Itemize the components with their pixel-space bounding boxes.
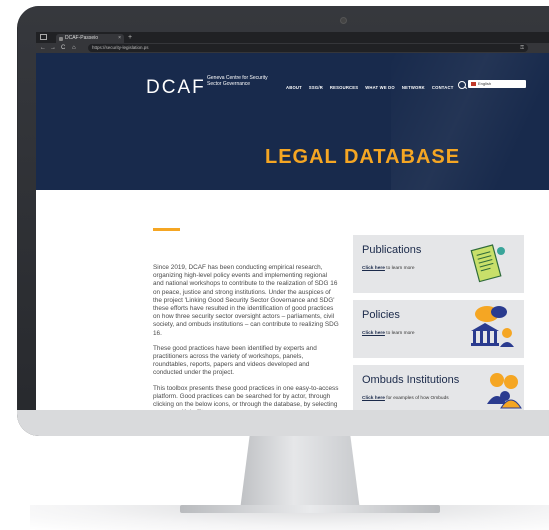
logo-subtitle: Geneva Centre for Security Sector Govern…	[207, 75, 268, 87]
institution-icon	[471, 306, 514, 347]
home-icon[interactable]: ⌂	[72, 43, 76, 53]
menu-item-network[interactable]: NETWORK	[402, 85, 425, 90]
monitor-stand	[240, 436, 360, 510]
intro-paragraph: These good practices have been identifie…	[153, 344, 317, 377]
browser-tab-bar: DCAF-Passeio × +	[36, 32, 549, 43]
card-ombuds-institutions[interactable]: Ombuds Institutions Click here for examp…	[353, 365, 524, 410]
main-menu: ABOUT SSG/R RESOURCES WHAT WE DO NETWORK…	[286, 85, 453, 90]
url-text: https://security-legislation.ps	[92, 45, 149, 50]
menu-item-contact[interactable]: CONTACT	[432, 85, 454, 90]
webcam	[340, 17, 347, 24]
window-menu-icon[interactable]	[40, 34, 47, 40]
card-title: Publications	[362, 244, 422, 256]
address-bar[interactable]: https://security-legislation.ps ⚿	[88, 44, 528, 52]
card-link[interactable]: Click here to learn more	[362, 331, 415, 336]
card-link[interactable]: Click here to learn more	[362, 266, 415, 271]
browser-nav-bar: ← → C ⌂ https://security-legislation.ps …	[36, 43, 549, 53]
menu-item-resources[interactable]: RESOURCES	[330, 85, 358, 90]
header-decoration	[391, 53, 549, 190]
site-logo[interactable]: DCAF	[146, 77, 206, 99]
favicon-icon	[59, 37, 63, 41]
menu-item-what-we-do[interactable]: WHAT WE DO	[365, 85, 395, 90]
card-title: Ombuds Institutions	[362, 374, 460, 386]
monitor-base	[180, 505, 440, 513]
intro-paragraph: Since 2019, DCAF has been conducting emp…	[153, 264, 339, 337]
forward-icon[interactable]: →	[50, 43, 56, 53]
tab-title: DCAF-Passeio	[65, 35, 99, 41]
card-title: Policies	[362, 309, 400, 321]
flag-icon	[471, 82, 476, 86]
new-tab-icon[interactable]: +	[128, 33, 132, 42]
intro-text: Since 2019, DCAF has been conducting emp…	[153, 264, 339, 410]
menu-item-ssgr[interactable]: SSG/R	[309, 85, 323, 90]
accent-divider	[153, 228, 180, 231]
click-here-link[interactable]: Click here	[362, 396, 385, 401]
click-here-link[interactable]: Click here	[362, 266, 385, 271]
key-icon[interactable]: ⚿	[520, 44, 524, 52]
site-header: DCAF Geneva Centre for Security Sector G…	[36, 53, 549, 190]
menu-item-about[interactable]: ABOUT	[286, 85, 302, 90]
people-icon	[487, 373, 522, 409]
language-select[interactable]: English	[468, 80, 526, 88]
screen: DCAF-Passeio × + ← → C ⌂ https://securit…	[36, 32, 549, 410]
language-label: English	[478, 81, 492, 86]
reload-icon[interactable]: C	[61, 43, 65, 53]
card-publications[interactable]: Publications Click here to learn more	[353, 235, 524, 293]
back-icon[interactable]: ←	[40, 43, 46, 53]
browser-tab[interactable]: DCAF-Passeio ×	[56, 34, 124, 43]
card-link-suffix: for examples of how Ombuds	[384, 396, 449, 401]
card-link[interactable]: Click here for examples of how Ombuds	[362, 396, 449, 401]
card-policies[interactable]: Policies Click here to learn more	[353, 300, 524, 358]
intro-paragraph: This toolbox presents these good practic…	[153, 384, 339, 410]
document-icon	[470, 244, 505, 283]
card-link-suffix: to learn more	[384, 266, 415, 271]
page-title: LEGAL DATABASE	[265, 146, 461, 168]
search-icon[interactable]	[458, 81, 466, 89]
monitor-chin	[17, 410, 549, 436]
tab-close-icon[interactable]: ×	[118, 34, 121, 43]
click-here-link[interactable]: Click here	[362, 331, 385, 336]
card-link-suffix: to learn more	[384, 331, 415, 336]
